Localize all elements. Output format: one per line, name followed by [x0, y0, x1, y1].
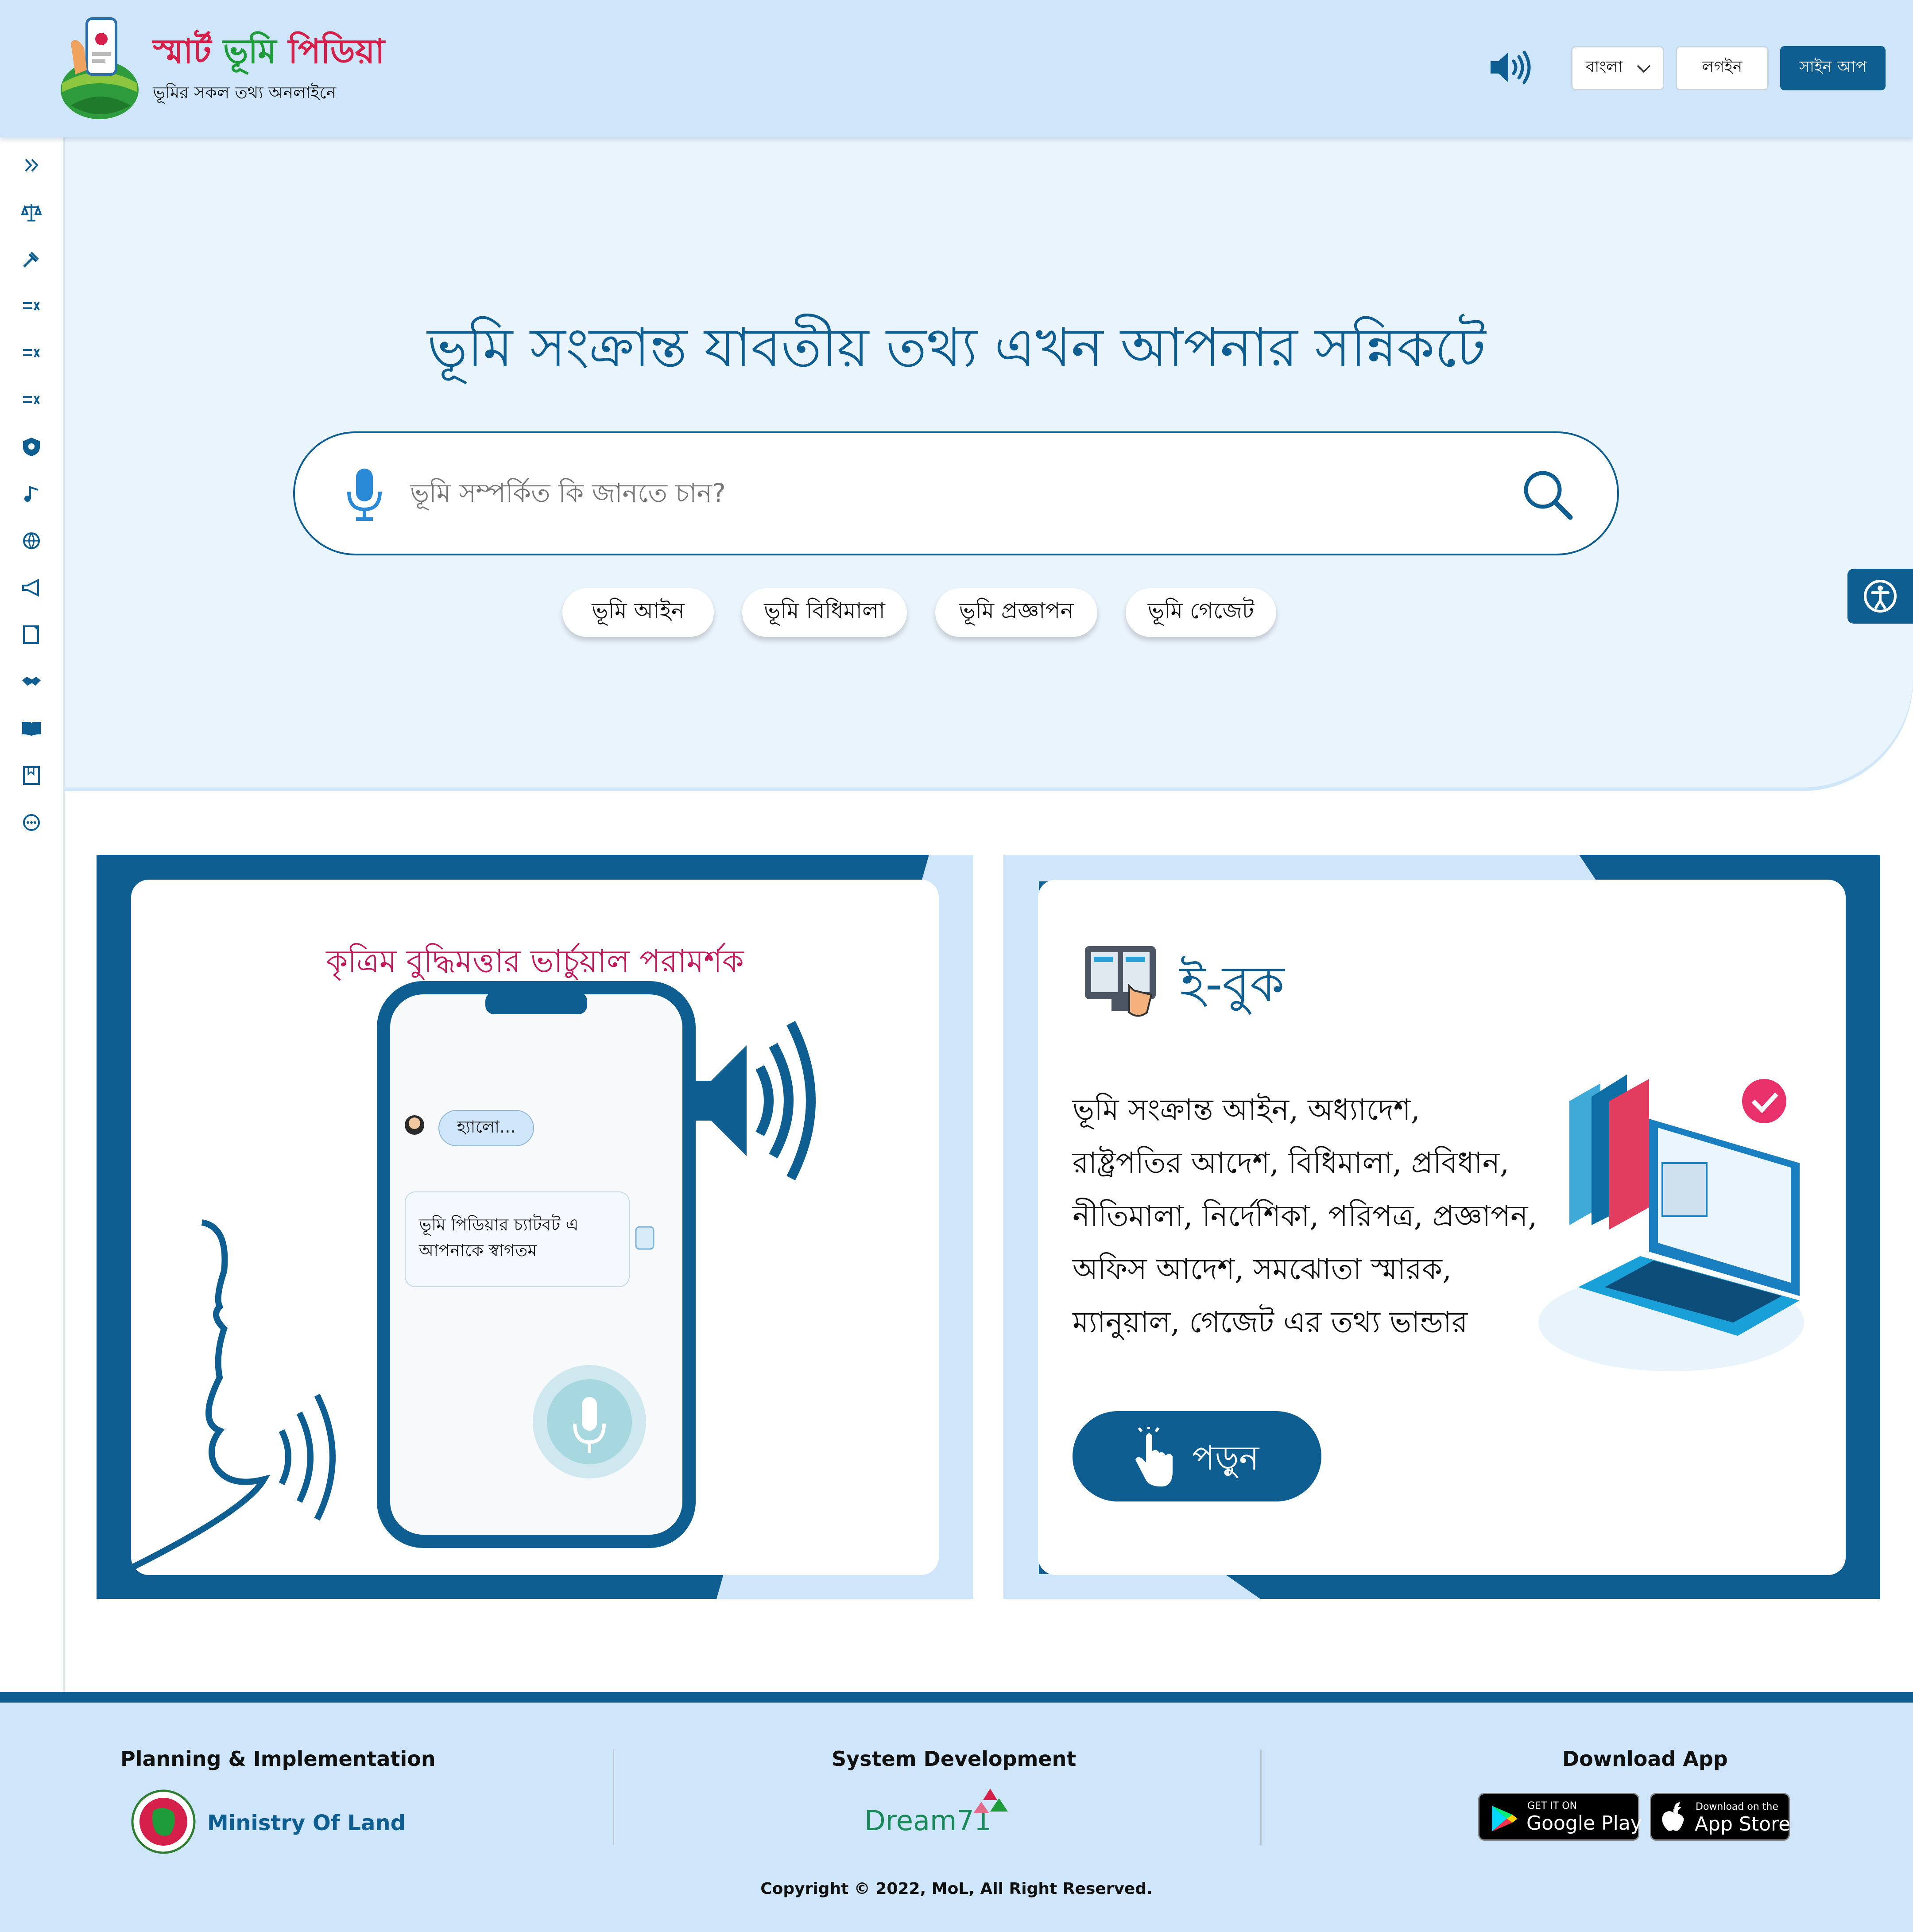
- ebook-icon: [1085, 946, 1156, 1017]
- bot-message-line1: ভূমি পিডিয়ার চ্যাটবট এ: [419, 1215, 579, 1234]
- ministry-emblem-icon[interactable]: [131, 1789, 196, 1854]
- bot-message-line2: আপনাকে স্বাগতম: [419, 1241, 537, 1260]
- google-play-text: Google Play: [1526, 1812, 1642, 1835]
- gavel-icon[interactable]: [20, 248, 43, 270]
- music-icon[interactable]: [20, 483, 43, 505]
- app-store-small-text: Download on the: [1696, 1801, 1778, 1812]
- chip-land-notification[interactable]: ভূমি প্রজ্ঞাপন: [935, 588, 1097, 637]
- note-icon[interactable]: [20, 624, 43, 646]
- list-icon[interactable]: [20, 342, 43, 364]
- signup-button[interactable]: সাইন আপ: [1780, 46, 1886, 90]
- ebook-desc-line: ভূমি সংক্রান্ত আইন, অধ্যাদেশ,: [1073, 1093, 1420, 1127]
- accessibility-button[interactable]: [1847, 569, 1913, 624]
- tap-hand-icon: [1135, 1427, 1173, 1487]
- header: স্মার্ট ভূমি পিডিয়া ভূমির সকল তথ্য অনলা…: [0, 0, 1913, 137]
- system-development-heading: System Development: [832, 1747, 1077, 1771]
- apple-icon: [1662, 1802, 1684, 1831]
- app-store-button[interactable]: Download on the App Store: [1650, 1793, 1790, 1841]
- search-input[interactable]: [409, 460, 1428, 526]
- scales-icon[interactable]: [20, 201, 43, 223]
- ebook-desc-line: অফিস আদেশ, সমঝোতা স্মারক,: [1073, 1252, 1452, 1286]
- shield-icon[interactable]: [20, 436, 43, 458]
- dream71-mark-icon: [973, 1788, 1008, 1813]
- footer-divider: [613, 1750, 614, 1845]
- list-icon[interactable]: [20, 389, 43, 411]
- ebook-desc-line: ম্যানুয়াল, গেজেট এর তথ্য ভান্ডার: [1073, 1305, 1468, 1339]
- handshake-icon[interactable]: [20, 671, 43, 693]
- laptop-books-illustration: [1538, 1075, 1804, 1371]
- google-play-button[interactable]: GET IT ON Google Play: [1478, 1793, 1642, 1841]
- sidebar: [0, 137, 65, 1692]
- login-button[interactable]: লগইন: [1676, 46, 1769, 90]
- read-button[interactable]: পড়ুন: [1073, 1411, 1321, 1501]
- bookmark-icon[interactable]: [20, 764, 43, 787]
- search-icon[interactable]: [1521, 468, 1574, 521]
- ebook-description: ভূমি সংক্রান্ত আইন, অধ্যাদেশ, রাষ্ট্রপতি…: [1073, 1083, 1560, 1349]
- megaphone-icon[interactable]: [20, 577, 43, 599]
- brand-tagline: ভূমির সকল তথ্য অনলাইনে: [153, 83, 337, 102]
- ministry-of-land-link[interactable]: Ministry Of Land: [207, 1811, 406, 1835]
- ebook-title: ই-বুক: [1180, 955, 1285, 1013]
- app-store-text: App Store: [1695, 1813, 1791, 1835]
- footer: Planning & Implementation Ministry Of La…: [0, 1692, 1913, 1932]
- copyright-text: Copyright © 2022, MoL, All Right Reserve…: [760, 1880, 1153, 1898]
- planning-heading: Planning & Implementation: [120, 1747, 436, 1771]
- ebook-desc-line: রাষ্ট্রপতির আদেশ, বিধিমালা, প্রবিধান,: [1073, 1146, 1510, 1180]
- chip-land-law[interactable]: ভূমি আইন: [562, 588, 714, 637]
- hero-title: ভূমি সংক্রান্ত যাবতীয় তথ্য এখন আপনার সন…: [427, 316, 1486, 379]
- expand-icon[interactable]: [20, 154, 43, 176]
- chevron-down-icon: [1637, 65, 1651, 73]
- microphone-icon[interactable]: [345, 467, 384, 522]
- accessibility-icon: [1864, 580, 1897, 613]
- chip-land-rules[interactable]: ভূমি বিধিমালা: [742, 588, 907, 637]
- ebook-card-body: ই-বুক ভূমি সংক্রান্ত আইন, অধ্যাদেশ, রাষ্…: [1038, 880, 1846, 1575]
- download-app-heading: Download App: [1562, 1747, 1728, 1771]
- brand-title[interactable]: স্মার্ট ভূমি পিডিয়া: [153, 35, 385, 68]
- chat-bubble-bot: ভূমি পিডিয়ার চ্যাটবট এ আপনাকে স্বাগতম: [405, 1191, 630, 1287]
- chip-land-gazette[interactable]: ভূমি গেজেট: [1126, 588, 1276, 637]
- book-icon[interactable]: [20, 718, 43, 740]
- google-play-icon: [1492, 1806, 1518, 1831]
- google-play-small-text: GET IT ON: [1527, 1800, 1577, 1812]
- language-select[interactable]: বাংলা: [1571, 46, 1664, 90]
- more-icon[interactable]: [20, 811, 43, 834]
- footer-divider: [1260, 1750, 1262, 1845]
- smart-bhumi-logo[interactable]: [58, 17, 142, 120]
- chat-bubble-hello: হ্যালো...: [438, 1110, 534, 1146]
- ebook-card[interactable]: ই-বুক ভূমি সংক্রান্ত আইন, অধ্যাদেশ, রাষ্…: [1003, 855, 1880, 1599]
- list-icon[interactable]: [20, 295, 43, 317]
- search-box[interactable]: [293, 431, 1619, 555]
- read-button-label: পড়ুন: [1192, 1438, 1259, 1478]
- speaker-icon[interactable]: [1489, 50, 1531, 85]
- globe-icon[interactable]: [20, 530, 43, 552]
- language-label: বাংলা: [1586, 58, 1623, 76]
- ebook-desc-line: নীতিমালা, নির্দেশিকা, পরিপত্র, প্রজ্ঞাপন…: [1073, 1199, 1537, 1233]
